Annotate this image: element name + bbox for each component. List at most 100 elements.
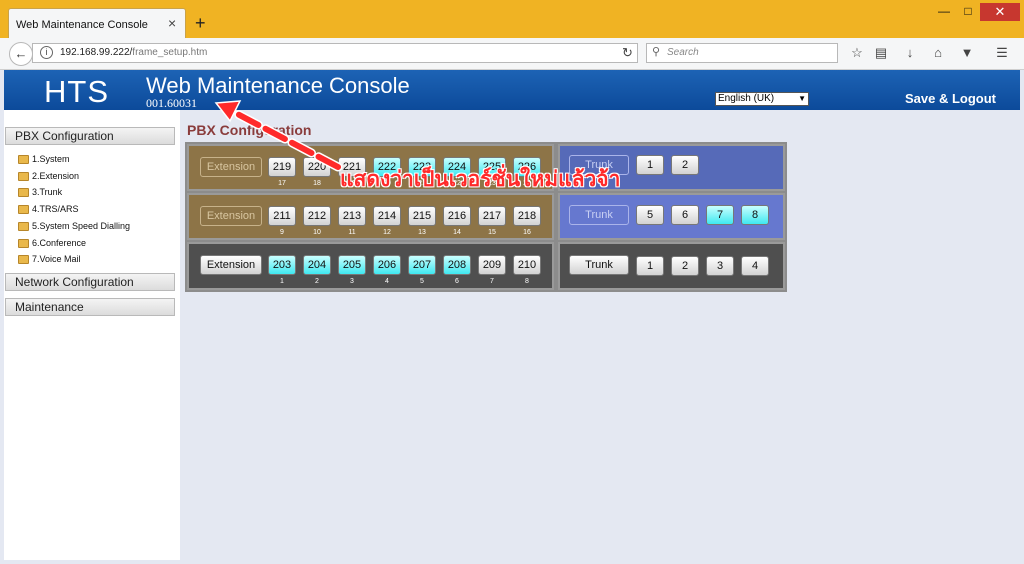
extension-port-213[interactable]: 213 xyxy=(338,206,366,226)
port-number: 10 xyxy=(313,229,321,236)
sidebar-item-label: 7.Voice Mail xyxy=(32,254,81,264)
url-path: frame_setup.htm xyxy=(132,47,208,58)
extension-port-204[interactable]: 204 xyxy=(303,255,331,275)
annotation-text: แสดงว่าเป็นเวอร์ชั่นใหม่แล้วจ้า xyxy=(340,168,621,191)
trunk-port-1[interactable]: 1 xyxy=(636,256,664,276)
language-select[interactable]: English (UK) ▼ xyxy=(715,92,809,106)
extension-port-217[interactable]: 217 xyxy=(478,206,506,226)
port-number: 14 xyxy=(453,229,461,236)
minimize-button[interactable]: — xyxy=(934,4,954,20)
port-number: 12 xyxy=(383,229,391,236)
trunk-button-row2[interactable]: Trunk xyxy=(569,205,629,225)
save-logout-button[interactable]: Save & Logout xyxy=(905,91,996,106)
sidebar-section-pbx[interactable]: PBX Configuration xyxy=(5,127,175,145)
extension-port-205[interactable]: 205 xyxy=(338,255,366,275)
port-number: 17 xyxy=(278,180,286,187)
trunk-port-8[interactable]: 8 xyxy=(741,205,769,225)
extension-port-208[interactable]: 208 xyxy=(443,255,471,275)
port-number: 1 xyxy=(280,278,284,285)
port-number: 13 xyxy=(418,229,426,236)
port-number: 5 xyxy=(420,278,424,285)
tab-title: Web Maintenance Console xyxy=(16,19,148,31)
sidebar-section-network[interactable]: Network Configuration xyxy=(5,273,175,291)
window-close-button[interactable]: ✕ xyxy=(980,3,1020,21)
folder-icon xyxy=(18,188,29,198)
sidebar-item-voice-mail[interactable]: 7.Voice Mail xyxy=(18,254,81,265)
trunk-port-3[interactable]: 3 xyxy=(706,256,734,276)
version-label: 001.60031 xyxy=(146,96,197,110)
pocket-icon[interactable]: ▼ xyxy=(959,45,975,60)
port-number: 4 xyxy=(385,278,389,285)
sidebar-item-extension[interactable]: 2.Extension xyxy=(18,171,80,182)
url-text[interactable]: 192.168.99.222/frame_setup.htm xyxy=(60,47,207,58)
extension-port-210[interactable]: 210 xyxy=(513,255,541,275)
sidebar-item-label: 2.Extension xyxy=(32,171,80,181)
bookmark-star-icon[interactable]: ☆ xyxy=(849,45,865,61)
extension-button-row2[interactable]: Extension xyxy=(200,206,262,226)
trunk-port-2[interactable]: 2 xyxy=(671,155,699,175)
menu-icon[interactable]: ☰ xyxy=(994,45,1010,61)
sidebar-item-speed-dialling[interactable]: 5.System Speed Dialling xyxy=(18,221,131,232)
sidebar-item-label: 4.TRS/ARS xyxy=(32,204,79,214)
download-icon[interactable]: ↓ xyxy=(902,45,918,60)
extension-port-218[interactable]: 218 xyxy=(513,206,541,226)
port-number: 6 xyxy=(455,278,459,285)
maximize-button[interactable]: □ xyxy=(958,4,978,20)
folder-icon xyxy=(18,172,29,182)
port-number: 11 xyxy=(348,229,356,236)
tab-close-icon[interactable]: × xyxy=(168,15,176,31)
port-number: 2 xyxy=(315,278,319,285)
sidebar-item-system[interactable]: 1.System xyxy=(18,154,70,165)
port-number: 18 xyxy=(313,180,321,187)
port-number: 9 xyxy=(280,229,284,236)
folder-icon xyxy=(18,255,29,265)
trunk-port-6[interactable]: 6 xyxy=(671,205,699,225)
sidebar-item-label: 1.System xyxy=(32,154,70,164)
new-tab-button[interactable]: + xyxy=(195,13,206,34)
extension-port-209[interactable]: 209 xyxy=(478,255,506,275)
extension-port-215[interactable]: 215 xyxy=(408,206,436,226)
trunk-port-7[interactable]: 7 xyxy=(706,205,734,225)
reading-list-icon[interactable]: ▤ xyxy=(873,45,889,61)
url-host: 192.168.99.222/ xyxy=(60,47,133,58)
port-number: 7 xyxy=(490,278,494,285)
search-icon: ⚲ xyxy=(652,46,661,58)
extension-port-212[interactable]: 212 xyxy=(303,206,331,226)
sidebar-section-maintenance[interactable]: Maintenance xyxy=(5,298,175,316)
extension-port-216[interactable]: 216 xyxy=(443,206,471,226)
reload-icon[interactable]: ↻ xyxy=(622,45,633,61)
sidebar-item-label: 6.Conference xyxy=(32,238,87,248)
trunk-port-5[interactable]: 5 xyxy=(636,205,664,225)
port-number: 8 xyxy=(525,278,529,285)
home-icon[interactable]: ⌂ xyxy=(930,45,946,60)
trunk-port-1[interactable]: 1 xyxy=(636,155,664,175)
sidebar-item-trs-ars[interactable]: 4.TRS/ARS xyxy=(18,204,79,215)
extension-button-row3[interactable]: Extension xyxy=(200,255,262,275)
extension-port-203[interactable]: 203 xyxy=(268,255,296,275)
trunk-port-2[interactable]: 2 xyxy=(671,256,699,276)
language-value: English (UK) xyxy=(718,93,775,104)
extension-port-214[interactable]: 214 xyxy=(373,206,401,226)
annotation-arrow-icon xyxy=(214,100,343,172)
port-number: 15 xyxy=(488,229,496,236)
port-number: 3 xyxy=(350,278,354,285)
sidebar-item-trunk[interactable]: 3.Trunk xyxy=(18,187,63,198)
extension-port-207[interactable]: 207 xyxy=(408,255,436,275)
sidebar-item-label: 5.System Speed Dialling xyxy=(32,221,131,231)
extension-port-211[interactable]: 211 xyxy=(268,206,296,226)
back-button[interactable]: ← xyxy=(9,42,33,66)
trunk-port-4[interactable]: 4 xyxy=(741,256,769,276)
folder-icon xyxy=(18,205,29,215)
folder-icon xyxy=(18,155,29,165)
search-placeholder: Search xyxy=(667,47,699,58)
chevron-down-icon: ▼ xyxy=(798,94,806,103)
brand-logo: HTS xyxy=(44,74,109,109)
info-icon[interactable]: i xyxy=(40,46,53,59)
folder-icon xyxy=(18,222,29,232)
port-number: 16 xyxy=(523,229,531,236)
sidebar-item-conference[interactable]: 6.Conference xyxy=(18,238,87,249)
sidebar-item-label: 3.Trunk xyxy=(32,187,63,197)
extension-port-206[interactable]: 206 xyxy=(373,255,401,275)
folder-icon xyxy=(18,239,29,249)
trunk-button-row3[interactable]: Trunk xyxy=(569,255,629,275)
